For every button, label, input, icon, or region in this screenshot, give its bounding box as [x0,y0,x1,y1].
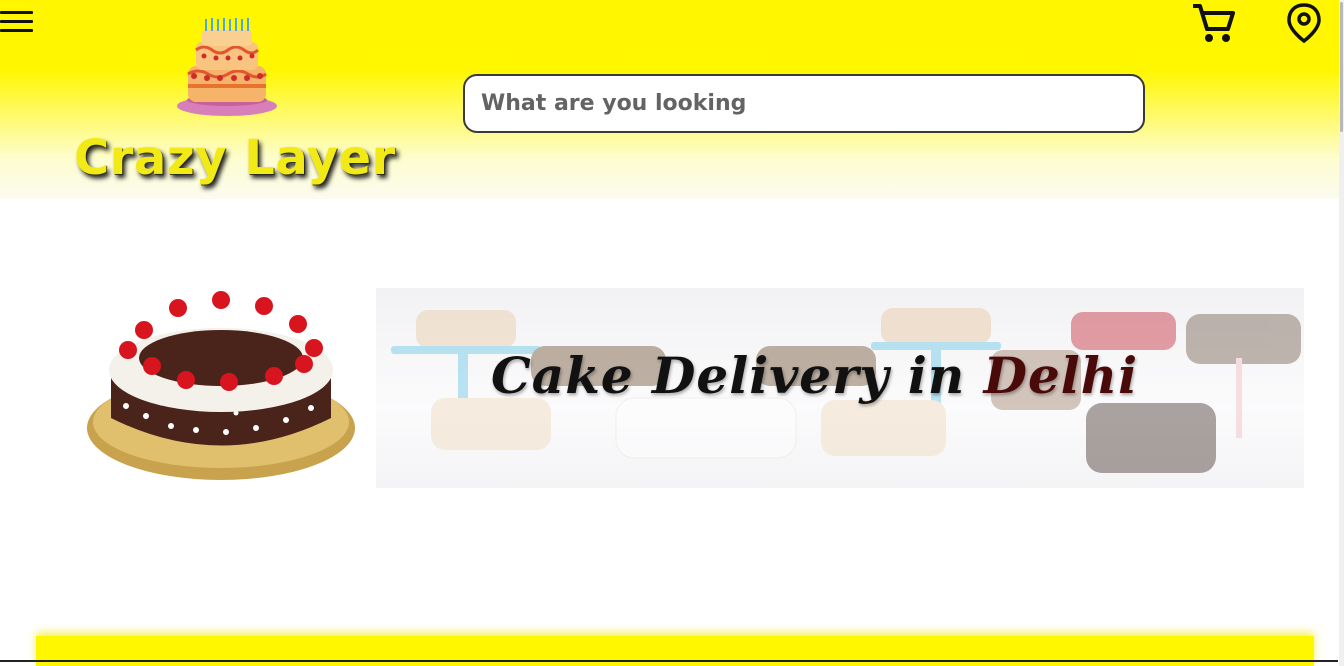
banner-title: Cake Delivery in Delhi [491,346,1191,405]
brand-name[interactable]: Crazy Layer [74,130,396,186]
menu-icon-bar [0,20,33,23]
hero-banner[interactable]: Cake Delivery in Delhi [86,288,1304,488]
header: Crazy Layer [0,0,1344,199]
menu-button[interactable] [0,8,34,36]
banner-title-city: Delhi [983,346,1139,405]
search-input[interactable] [463,74,1145,133]
divider [0,660,1338,662]
cake-logo-icon[interactable] [174,14,280,118]
location-pin-icon[interactable] [1284,2,1324,44]
menu-icon-bar [0,11,33,14]
banner-title-prefix: Cake Delivery in [491,346,984,405]
menu-icon-bar [0,29,33,32]
cart-icon[interactable] [1190,2,1236,44]
scrollbar-thumb[interactable] [1340,2,1343,132]
